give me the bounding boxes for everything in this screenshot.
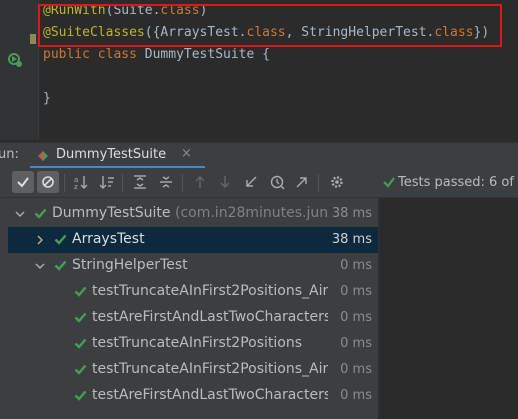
test-output-pane[interactable] xyxy=(378,198,518,419)
toolbar-separator xyxy=(318,174,319,192)
tree-row[interactable]: DummyTestSuite (com.in28minutes.juni 38 m… xyxy=(8,201,378,227)
check-icon xyxy=(34,208,47,219)
run-tests-gutter-icon[interactable] xyxy=(6,51,24,69)
tree-row[interactable]: ArraysTest 38 ms xyxy=(8,227,378,253)
test-node-name: testAreFirstAndLastTwoCharactersT xyxy=(92,309,328,325)
test-duration: 38 ms xyxy=(331,232,372,247)
chevron-down-icon[interactable] xyxy=(14,208,26,220)
bookmark-icon xyxy=(30,34,36,44)
check-icon xyxy=(74,312,87,323)
ignored-icon xyxy=(42,176,54,188)
tree-row[interactable]: testTruncateAInFirst2Positions_AinF 0 ms xyxy=(8,279,378,305)
test-node-name: testTruncateAInFirst2Positions_AinF xyxy=(92,361,328,377)
sort-alpha-icon: az xyxy=(74,176,88,190)
test-node-name: testAreFirstAndLastTwoCharactersT xyxy=(92,387,328,403)
show-ignored-button[interactable] xyxy=(37,171,59,193)
test-duration: 38 ms xyxy=(331,206,372,221)
check-icon xyxy=(74,364,87,375)
test-node-name: testTruncateAInFirst2Positions xyxy=(92,335,328,351)
test-duration: 0 ms xyxy=(340,284,372,299)
keyword-public: public xyxy=(43,47,90,62)
tree-row[interactable]: StringHelperTest 0 ms xyxy=(8,253,378,279)
editor-gutter xyxy=(0,0,38,140)
test-name: testAreFirstAndLastTwoCharactersT xyxy=(92,387,328,403)
expand-all-icon xyxy=(134,175,146,189)
collapse-all-icon xyxy=(160,176,172,188)
toolbar-separator xyxy=(122,174,123,192)
gear-icon xyxy=(331,176,343,188)
test-name: DummyTestSuite xyxy=(52,205,171,221)
tree-row[interactable]: testAreFirstAndLastTwoCharactersT 0 ms xyxy=(8,305,378,331)
export-tests-button[interactable] xyxy=(291,171,313,193)
tab-dummy-test-suite[interactable]: DummyTestSuite × xyxy=(30,143,205,169)
arrow-down-icon xyxy=(220,176,230,188)
test-node-name: testTruncateAInFirst2Positions_AinF xyxy=(92,283,328,299)
toolbar-separator xyxy=(64,174,65,192)
test-name: StringHelperTest xyxy=(72,257,188,273)
keyword-class: class xyxy=(97,47,137,62)
toolbar-separator xyxy=(182,174,183,192)
check-icon xyxy=(74,286,87,297)
run-window-left-strip xyxy=(0,198,8,419)
test-results-tree[interactable]: DummyTestSuite (com.in28minutes.juni 38 m… xyxy=(8,198,378,419)
annotation-highlight-box xyxy=(38,4,502,47)
previous-failed-button[interactable] xyxy=(189,171,211,193)
test-duration: 0 ms xyxy=(340,388,372,403)
test-history-button[interactable] xyxy=(266,171,288,193)
import-icon xyxy=(246,176,257,187)
next-failed-button[interactable] xyxy=(214,171,236,193)
test-node-name: StringHelperTest xyxy=(72,257,328,273)
test-duration: 0 ms xyxy=(340,362,372,377)
close-icon[interactable]: × xyxy=(181,146,192,161)
run-tab-title: DummyTestSuite xyxy=(56,147,167,162)
run-toolbar: az Tests passed: 6 of xyxy=(0,168,518,198)
code-token: { xyxy=(262,47,270,62)
sort-alphabetically-button[interactable]: az xyxy=(70,171,92,193)
code-token: } xyxy=(43,91,51,106)
tree-row[interactable]: testAreFirstAndLastTwoCharactersT 0 ms xyxy=(8,383,378,409)
check-icon xyxy=(17,177,29,188)
test-duration: 0 ms xyxy=(340,310,372,325)
expand-all-button[interactable] xyxy=(129,171,151,193)
export-icon xyxy=(296,177,307,188)
code-editor[interactable]: @RunWith(Suite.class) @SuiteClasses({Arr… xyxy=(0,0,518,140)
settings-button[interactable] xyxy=(326,171,348,193)
class-name: DummyTestSuite xyxy=(144,47,255,62)
collapse-all-button[interactable] xyxy=(155,171,177,193)
sort-duration-icon xyxy=(99,176,114,189)
test-name: testTruncateAInFirst2Positions xyxy=(92,335,303,351)
test-name: testTruncateAInFirst2Positions_AinF xyxy=(92,361,328,377)
code-line-3: public class DummyTestSuite { xyxy=(43,44,489,66)
test-duration: 0 ms xyxy=(340,258,372,273)
test-name: testAreFirstAndLastTwoCharactersT xyxy=(92,309,328,325)
check-icon xyxy=(54,234,67,245)
history-icon xyxy=(270,175,285,190)
test-name: testTruncateAInFirst2Positions_AinF xyxy=(92,283,328,299)
show-passed-button[interactable] xyxy=(12,171,34,193)
check-icon xyxy=(54,260,67,271)
code-line-5: } xyxy=(43,88,489,110)
test-node-name: DummyTestSuite (com.in28minutes.juni xyxy=(52,205,328,221)
chevron-right-icon[interactable] xyxy=(34,234,46,246)
test-node-name: ArraysTest xyxy=(72,231,328,247)
test-suite-icon xyxy=(38,151,48,161)
tree-row[interactable]: testTruncateAInFirst2Positions 0 ms xyxy=(8,331,378,357)
chevron-down-icon[interactable] xyxy=(34,260,46,272)
run-window-header: un: DummyTestSuite × xyxy=(0,142,518,169)
test-name: ArraysTest xyxy=(72,231,145,247)
check-icon xyxy=(383,177,395,188)
tests-status-text: Tests passed: 6 of xyxy=(398,175,514,190)
test-duration: 0 ms xyxy=(340,336,372,351)
import-tests-button[interactable] xyxy=(240,171,262,193)
sort-by-duration-button[interactable] xyxy=(96,171,118,193)
check-icon xyxy=(74,338,87,349)
test-package: (com.in28minutes.juni xyxy=(170,205,328,221)
arrow-up-icon xyxy=(195,176,205,188)
check-icon xyxy=(74,390,87,401)
run-window-label: un: xyxy=(0,147,19,162)
tree-row[interactable]: testTruncateAInFirst2Positions_AinF 0 ms xyxy=(8,357,378,383)
svg-text:z: z xyxy=(74,183,78,190)
